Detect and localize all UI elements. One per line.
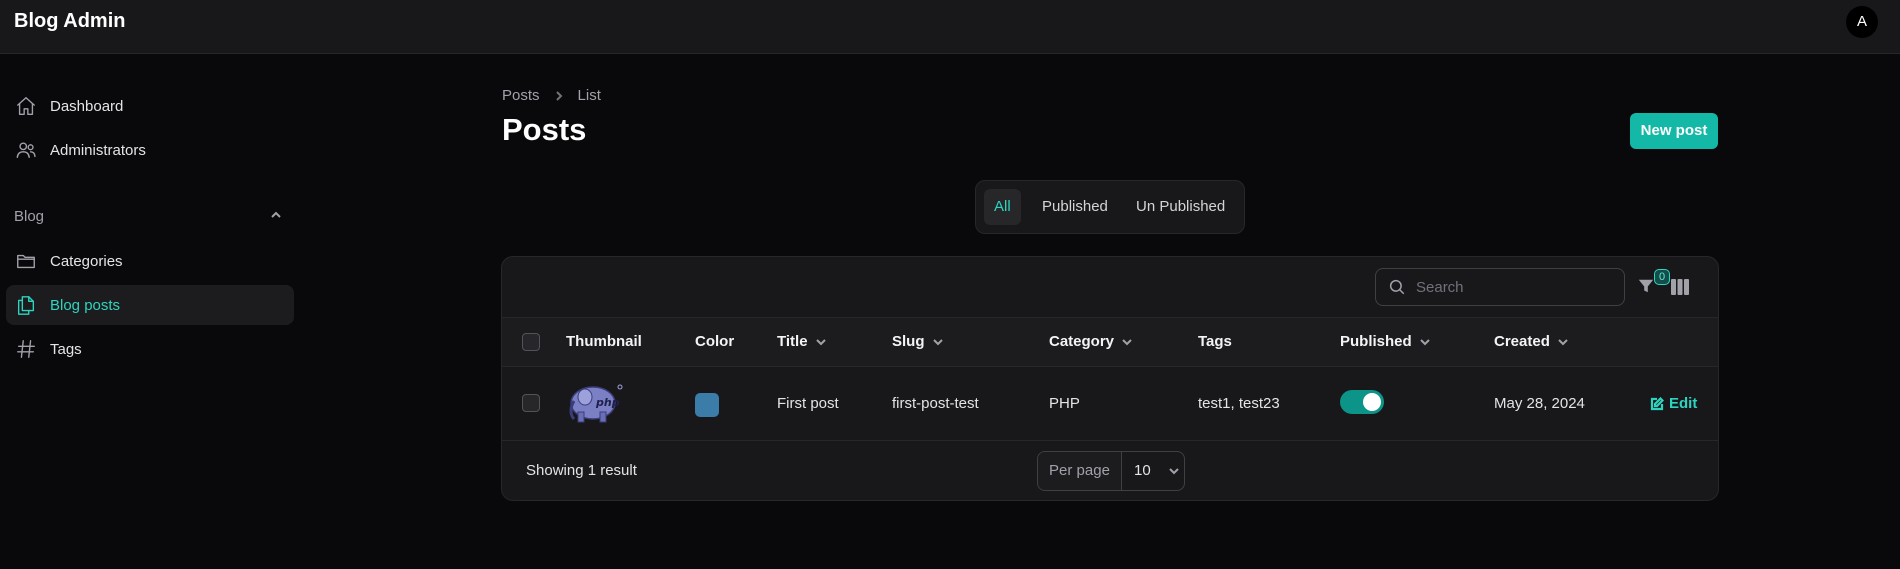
columns-icon[interactable]: [1670, 278, 1690, 296]
hashtag-icon: [14, 337, 38, 361]
app-title[interactable]: Blog Admin: [14, 10, 125, 33]
chevron-up-icon[interactable]: [268, 207, 284, 223]
column-category[interactable]: Category: [1049, 318, 1134, 366]
per-page-value[interactable]: 10: [1122, 452, 1184, 490]
sidebar: Dashboard Administrators Blog Categories…: [0, 54, 300, 569]
top-bar: Blog Admin A: [0, 0, 1900, 54]
sidebar-item-label: Categories: [50, 252, 123, 270]
chevron-down-icon: [815, 339, 826, 346]
column-color: Color: [695, 333, 735, 350]
chevron-down-icon: [1419, 339, 1430, 346]
sidebar-item-label: Blog posts: [50, 296, 121, 314]
home-icon: [14, 94, 38, 118]
breadcrumb-posts[interactable]: Posts: [502, 87, 540, 104]
edit-icon: [1650, 397, 1664, 411]
row-checkbox[interactable]: [522, 394, 540, 412]
sidebar-item-label: Dashboard: [50, 97, 124, 115]
svg-text:php: php: [595, 396, 620, 409]
sidebar-group-blog: Blog: [14, 208, 45, 225]
column-tags: Tags: [1198, 333, 1232, 350]
edit-button[interactable]: Edit: [1650, 367, 1697, 441]
page-title: Posts: [502, 112, 587, 147]
folder-icon: [14, 249, 38, 273]
row-slug: first-post-test: [892, 395, 979, 412]
table-row[interactable]: php First post first-post-test PHP test1…: [502, 367, 1718, 441]
column-slug[interactable]: Slug: [892, 318, 945, 366]
tab-all[interactable]: All: [984, 189, 1021, 225]
chevron-down-icon: [932, 339, 943, 346]
chevron-down-icon: [1558, 339, 1568, 346]
search-icon: [1389, 279, 1405, 295]
column-published[interactable]: Published: [1340, 318, 1432, 366]
sidebar-item-tags[interactable]: Tags: [6, 329, 294, 369]
sidebar-item-label: Administrators: [50, 141, 146, 159]
column-created[interactable]: Created: [1494, 318, 1570, 366]
row-title: First post: [777, 395, 839, 412]
posts-table: 0 Thumbnail Color Title Slug Category Ta…: [501, 256, 1719, 501]
tab-un-published[interactable]: Un Published: [1126, 189, 1235, 225]
row-category: PHP: [1049, 395, 1080, 412]
color-swatch: [695, 393, 719, 417]
search-box[interactable]: [1375, 268, 1625, 306]
sidebar-item-categories[interactable]: Categories: [6, 241, 294, 281]
users-icon: [14, 138, 38, 162]
breadcrumb: Posts List: [502, 87, 601, 104]
table-header: Thumbnail Color Title Slug Category Tags…: [502, 317, 1718, 367]
search-input[interactable]: [1416, 278, 1616, 296]
chevron-down-icon: [1122, 339, 1132, 346]
chevron-right-icon: [555, 90, 562, 101]
php-elephant-thumbnail: php: [569, 384, 623, 423]
sidebar-item-dashboard[interactable]: Dashboard: [6, 86, 294, 126]
chevron-down-icon: [1168, 468, 1179, 475]
column-thumbnail: Thumbnail: [566, 333, 642, 350]
new-post-button[interactable]: New post: [1630, 113, 1718, 149]
tab-published[interactable]: Published: [1032, 189, 1118, 225]
per-page-label: Per page: [1038, 452, 1122, 490]
sidebar-item-administrators[interactable]: Administrators: [6, 130, 294, 170]
toggle-knob: [1363, 393, 1381, 411]
sidebar-item-label: Tags: [50, 340, 82, 358]
user-avatar[interactable]: A: [1846, 6, 1878, 38]
filter-count-badge: 0: [1654, 269, 1670, 285]
row-created: May 28, 2024: [1494, 395, 1585, 412]
published-toggle[interactable]: [1340, 390, 1384, 414]
select-all-checkbox[interactable]: [522, 333, 540, 351]
breadcrumb-list: List: [577, 87, 601, 104]
row-tags: test1, test23: [1198, 395, 1280, 412]
status-tabs: All Published Un Published: [975, 180, 1245, 234]
per-page-select[interactable]: Per page 10: [1037, 451, 1185, 491]
column-title[interactable]: Title: [777, 318, 828, 366]
results-count: Showing 1 result: [526, 462, 637, 479]
sidebar-item-blog-posts[interactable]: Blog posts: [6, 285, 294, 325]
documents-icon: [14, 293, 38, 317]
